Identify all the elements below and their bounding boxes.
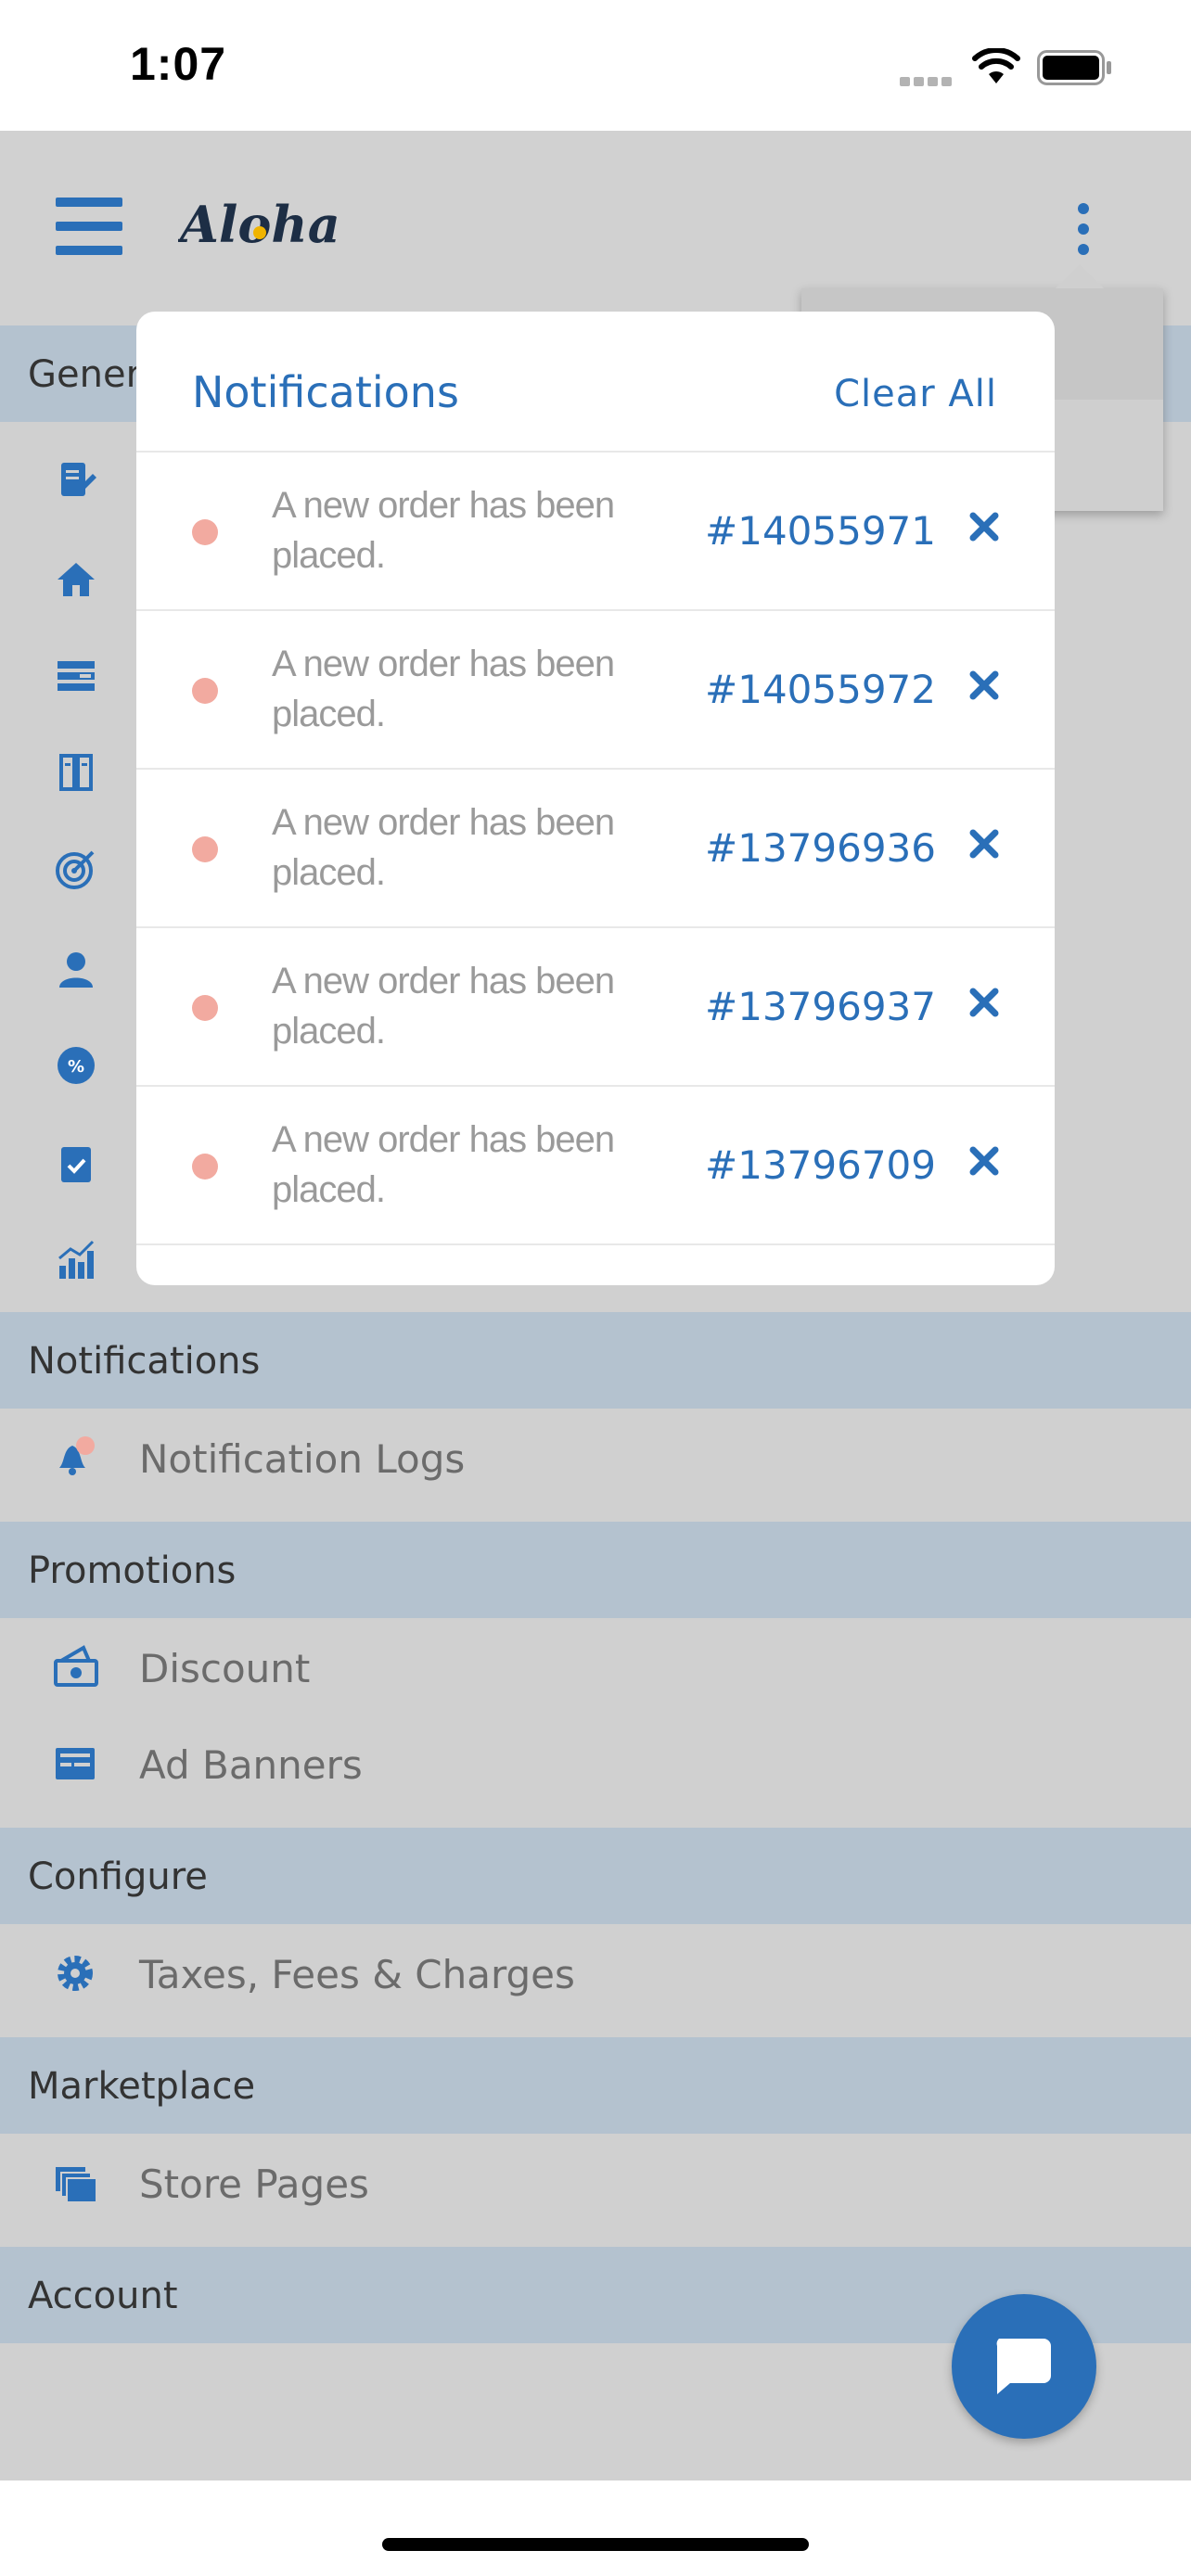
notification-item[interactable]: A new order has been placed. #14055972	[136, 609, 1055, 768]
battery-icon	[1037, 50, 1111, 85]
chat-bubble-icon	[996, 2339, 1051, 2394]
order-id-link[interactable]: #13796709	[705, 1142, 936, 1188]
sidebar-item-ad-banners[interactable]: Ad Banners	[0, 1715, 1191, 1811]
dropdown-caret	[1056, 264, 1104, 288]
menu-book-icon[interactable]	[54, 750, 98, 795]
close-icon[interactable]	[967, 510, 1001, 543]
section-label: Account	[28, 2275, 178, 2317]
target-icon[interactable]	[54, 847, 98, 891]
notification-item[interactable]: A new order has been placed. #13796937	[136, 926, 1055, 1085]
order-id-link[interactable]: #13796936	[705, 825, 936, 871]
notification-message: A new order has been placed.	[272, 802, 615, 893]
bell-icon	[59, 1436, 95, 1475]
section-header-notifications: Notifications	[0, 1312, 1191, 1409]
more-options-icon[interactable]	[1072, 203, 1095, 255]
notification-item[interactable]: A new order has been placed. #13796936	[136, 768, 1055, 926]
analytics-icon[interactable]	[54, 1238, 98, 1282]
section-label: Marketplace	[28, 2065, 256, 2108]
close-icon[interactable]	[967, 669, 1001, 702]
checklist-icon[interactable]	[54, 1141, 98, 1186]
section-header-marketplace: Marketplace	[0, 2037, 1191, 2134]
section-label: Gener	[28, 353, 142, 396]
pages-icon	[56, 2167, 97, 2203]
order-id-link[interactable]: #14055971	[705, 508, 936, 554]
section-label: Configure	[28, 1855, 208, 1898]
hamburger-menu-icon[interactable]	[56, 198, 122, 255]
user-icon[interactable]	[54, 947, 98, 991]
modal-title: Notifications	[192, 367, 459, 417]
status-time: 1:07	[130, 38, 227, 90]
status-bar: 1:07	[0, 0, 1191, 131]
home-indicator	[382, 2538, 809, 2551]
sidebar-item-taxes-fees-charges[interactable]: Taxes, Fees & Charges	[0, 1924, 1191, 2021]
notification-message: A new order has been placed.	[272, 961, 615, 1052]
order-id-link[interactable]: #14055972	[705, 667, 936, 712]
notification-message: A new order has been placed.	[272, 644, 615, 734]
sidebar-item-discount[interactable]: Discount	[0, 1618, 1191, 1715]
notification-list[interactable]: A new order has been placed. #14055971 A…	[136, 451, 1055, 1285]
sidebar-item-label: Ad Banners	[139, 1742, 363, 1788]
close-icon[interactable]	[967, 1144, 1001, 1178]
sidebar-item-label: Notification Logs	[139, 1436, 466, 1482]
unread-dot	[192, 519, 218, 545]
notification-item[interactable]: A new order has been placed. #14055971	[136, 451, 1055, 609]
sidebar-item-label: Taxes, Fees & Charges	[139, 1952, 575, 1997]
unread-dot	[192, 836, 218, 862]
section-label: Notifications	[28, 1340, 261, 1383]
close-icon[interactable]	[967, 986, 1001, 1019]
gear-icon	[58, 1956, 93, 1991]
notification-message: A new order has been placed.	[272, 485, 615, 576]
section-header-promotions: Promotions	[0, 1522, 1191, 1618]
section-header-configure: Configure	[0, 1828, 1191, 1924]
chat-button[interactable]	[952, 2294, 1096, 2439]
banner-icon	[56, 1748, 95, 1779]
section-label: Promotions	[28, 1549, 237, 1592]
svg-text:%: %	[68, 1057, 84, 1077]
list-icon[interactable]	[54, 654, 98, 698]
unread-dot	[192, 995, 218, 1021]
unread-dot	[192, 1154, 218, 1180]
order-id-link[interactable]: #13796937	[705, 984, 936, 1029]
notification-message: A new order has been placed.	[272, 1119, 615, 1210]
sidebar-item-label: Store Pages	[139, 2162, 369, 2207]
notifications-modal: Notifications Clear All A new order has …	[136, 312, 1055, 1285]
cellular-signal-icon	[900, 74, 957, 86]
wifi-icon	[972, 48, 1020, 83]
percent-badge-icon[interactable]: %	[54, 1043, 98, 1088]
close-icon[interactable]	[967, 827, 1001, 861]
edit-document-icon[interactable]	[54, 457, 98, 502]
notification-item-partial[interactable]	[136, 1243, 1055, 1285]
sidebar-item-notification-logs[interactable]: Notification Logs	[0, 1409, 1191, 1505]
notification-item[interactable]: A new order has been placed. #13796709	[136, 1085, 1055, 1243]
home-icon[interactable]	[54, 557, 98, 602]
svg-text:Aloha: Aloha	[178, 195, 340, 254]
clear-all-button[interactable]: Clear All	[834, 373, 997, 415]
aloha-logo[interactable]: Aloha	[178, 188, 345, 262]
sidebar-item-label: Discount	[139, 1646, 311, 1691]
unread-dot	[192, 678, 218, 704]
discount-icon	[54, 1645, 98, 1687]
sidebar-item-store-pages[interactable]: Store Pages	[0, 2134, 1191, 2230]
